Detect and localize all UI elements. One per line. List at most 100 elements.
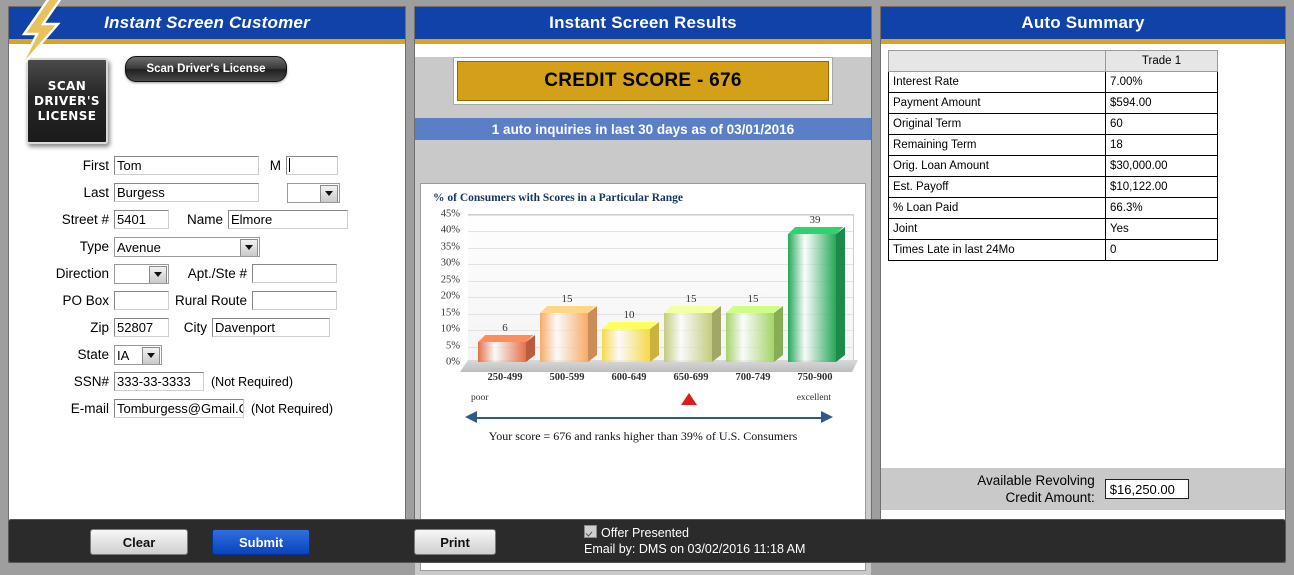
table-cell-value: $30,000.00: [1105, 155, 1218, 177]
city-input[interactable]: Davenport: [212, 318, 330, 337]
table-cell-value: 7.00%: [1105, 71, 1218, 93]
offer-presented-row[interactable]: Offer Presented: [584, 525, 805, 541]
clear-button[interactable]: Clear: [90, 529, 188, 555]
email-input[interactable]: Tomburgess@Gmail.C: [114, 399, 244, 418]
results-panel-header: Instant Screen Results: [415, 7, 871, 39]
table-row: Times Late in last 24Mo 0: [888, 239, 1218, 261]
customer-panel-header: Instant Screen Customer: [9, 7, 405, 39]
table-row: Interest Rate 7.00%: [888, 71, 1218, 93]
chart-bar-side: [712, 305, 721, 362]
po-box-input[interactable]: [114, 291, 169, 310]
suffix-dropdown[interactable]: [287, 182, 340, 203]
chart-bar-face: [664, 313, 712, 362]
street-number-input[interactable]: 5401: [114, 210, 169, 229]
chart-bar-top: [726, 306, 782, 313]
email-by-text: Email by: DMS on 03/02/2016 11:18 AM: [584, 542, 806, 556]
chart-x-tick: 600-649: [611, 372, 647, 383]
table-row: Joint Yes: [888, 218, 1218, 240]
table-cell-value: 18: [1105, 134, 1218, 156]
row-last-name: Last Burgess: [9, 179, 407, 206]
scan-drivers-license-button[interactable]: Scan Driver's License: [125, 56, 287, 82]
chart-bar-face: [478, 342, 526, 362]
table-row: Payment Amount $594.00: [888, 92, 1218, 114]
results-panel: Instant Screen Results CREDIT SCORE - 67…: [414, 6, 872, 575]
middle-initial-input[interactable]: [286, 156, 338, 175]
row-first-name: First Tom M: [9, 152, 407, 179]
rural-route-label: Rural Route: [174, 293, 247, 308]
auto-summary-table: Trade 1 Interest Rate 7.00% Payment Amount $…: [888, 50, 1218, 261]
auto-summary-body: Trade 1 Interest Rate 7.00% Payment Amount $…: [881, 44, 1285, 562]
last-name-input[interactable]: Burgess: [114, 183, 259, 202]
email-not-required-note: (Not Required): [251, 401, 333, 416]
chevron-down-icon[interactable]: [142, 346, 160, 364]
chart-bar-side: [836, 226, 845, 362]
table-cell-value: Yes: [1105, 218, 1218, 240]
table-cell-key: Est. Payoff: [888, 176, 1106, 198]
chart-y-tick: 20%: [440, 290, 460, 302]
revolving-label-line-2: Credit Amount:: [1005, 490, 1095, 505]
state-label: State: [77, 347, 109, 362]
header-gold-rule: [415, 39, 871, 44]
table-cell-key: Payment Amount: [888, 92, 1106, 114]
row-email: E-mail Tomburgess@Gmail.C (Not Required): [9, 395, 407, 422]
chart-bar-value: 15: [685, 293, 697, 305]
direction-dropdown[interactable]: [114, 263, 169, 284]
chevron-down-icon[interactable]: [149, 265, 167, 283]
apt-label: Apt./Ste #: [187, 266, 247, 281]
ssn-input[interactable]: 333-33-3333: [114, 372, 204, 391]
chevron-down-icon[interactable]: [320, 184, 338, 202]
last-name-label: Last: [83, 185, 109, 200]
submit-button[interactable]: Submit: [212, 529, 310, 555]
table-cell-value: 0: [1105, 239, 1218, 261]
arrow-right-icon: [821, 411, 833, 423]
badge-line-1: SCAN: [47, 78, 87, 93]
middle-initial-label: M: [269, 158, 281, 173]
chart-bar-side: [774, 305, 783, 362]
table-row: Est. Payoff $10,122.00: [888, 176, 1218, 198]
chevron-down-icon[interactable]: [240, 238, 258, 256]
chart-bars: [468, 214, 854, 362]
scale-line: [477, 417, 821, 419]
chart-bar-face: [540, 313, 588, 362]
table-cell-key: Times Late in last 24Mo: [888, 239, 1106, 261]
chart-bar-value: 6: [502, 322, 508, 334]
apt-input[interactable]: [252, 264, 337, 283]
customer-form: First Tom M Last Burgess Street # 5401 N…: [9, 152, 407, 422]
street-type-dropdown[interactable]: Avenue: [114, 236, 260, 257]
scale-poor-label: poor: [471, 393, 489, 403]
ssn-label: SSN#: [73, 374, 109, 389]
zip-input[interactable]: 52807: [114, 318, 169, 337]
first-name-input[interactable]: Tom: [114, 156, 259, 175]
email-label: E-mail: [70, 401, 109, 416]
chart-x-tick: 250-499: [487, 372, 523, 383]
available-revolving-credit: Available Revolving Credit Amount: $16,2…: [881, 468, 1285, 510]
chart-bar-value: 15: [747, 293, 759, 305]
scale-excellent-label: excellent: [796, 393, 831, 403]
offer-presented-label: Offer Presented: [601, 526, 690, 540]
scan-license-badge: SCAN DRIVER'S LICENSE: [26, 58, 108, 144]
offer-presented-checkbox[interactable]: [584, 525, 597, 538]
zip-label: Zip: [90, 320, 109, 335]
chart-bar-value: 10: [623, 309, 635, 321]
chart-bar-value: 39: [809, 214, 821, 226]
table-row: Original Term 60: [888, 113, 1218, 135]
chart-title: % of Consumers with Scores in a Particul…: [433, 192, 684, 204]
chart-y-tick: 45%: [440, 208, 460, 220]
street-name-label: Name: [186, 212, 223, 227]
credit-score-value: CREDIT SCORE - 676: [457, 61, 829, 101]
street-name-input[interactable]: Elmore: [228, 210, 348, 229]
results-body: CREDIT SCORE - 676 1 auto inquiries in l…: [415, 57, 871, 575]
table-cell-key: Remaining Term: [888, 134, 1106, 156]
score-scale: poor excellent Your score = 676 and rank…: [443, 393, 843, 455]
rural-route-input[interactable]: [252, 291, 337, 310]
print-button[interactable]: Print: [414, 529, 496, 555]
chart-x-tick: 650-699: [673, 372, 709, 383]
direction-label: Direction: [55, 266, 109, 281]
state-dropdown[interactable]: IA: [114, 344, 162, 365]
revolving-credit-amount[interactable]: $16,250.00: [1104, 479, 1189, 499]
table-row: Orig. Loan Amount $30,000.00: [888, 155, 1218, 177]
row-street-type: Type Avenue: [9, 233, 407, 260]
table-cell-value: 60: [1105, 113, 1218, 135]
street-type-label: Type: [79, 239, 109, 254]
table-cell-value: $594.00: [1105, 92, 1218, 114]
